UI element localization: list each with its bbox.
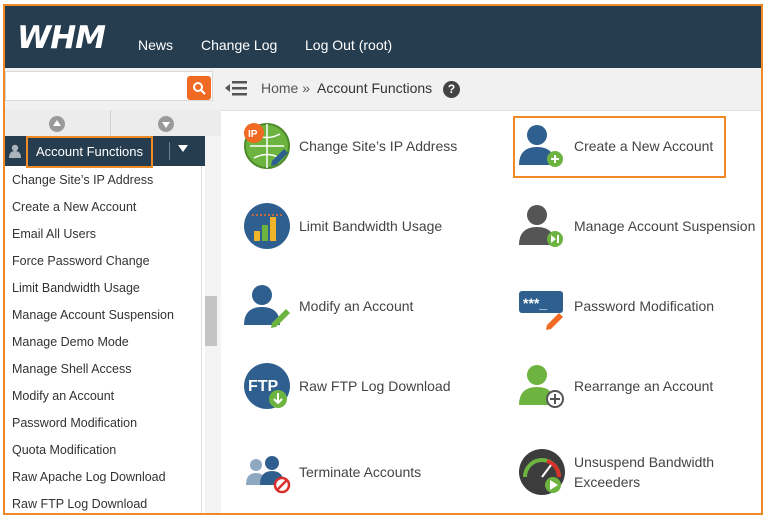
function-label-line2[interactable]: Exceeders (574, 474, 640, 490)
sidebar-item[interactable]: Manage Shell Access (12, 362, 132, 376)
nav-news[interactable]: News (138, 37, 173, 53)
sidebar-item[interactable]: Raw Apache Log Download (12, 470, 166, 484)
search-input[interactable] (5, 71, 213, 101)
ftp-download-icon[interactable]: FTP (242, 361, 292, 411)
function-label[interactable]: Create a New Account (574, 138, 713, 154)
sidebar-item[interactable]: Raw FTP Log Download (12, 497, 147, 511)
breadcrumb-current: Account Functions (317, 80, 433, 96)
sidebar-item[interactable]: Password Modification (12, 416, 137, 430)
function-label-line1[interactable]: Unsuspend Bandwidth (574, 454, 714, 470)
function-label[interactable]: Password Modification (574, 298, 714, 314)
svg-text:IP: IP (248, 129, 258, 140)
sidebar-item[interactable]: Change Site’s IP Address (12, 173, 153, 187)
help-icon[interactable]: ? (443, 81, 460, 98)
sidebar-scrollbar-thumb[interactable] (205, 296, 217, 346)
rearrange-account-icon[interactable] (517, 361, 567, 411)
function-label[interactable]: Limit Bandwidth Usage (299, 218, 442, 234)
function-label[interactable]: Rearrange an Account (574, 378, 713, 394)
sidebar-item[interactable]: Email All Users (12, 227, 96, 241)
function-label[interactable]: Manage Account Suspension (574, 218, 755, 234)
function-label[interactable]: Terminate Accounts (299, 464, 421, 480)
sidebar-item[interactable]: Force Password Change (12, 254, 150, 268)
modify-account-icon[interactable] (242, 281, 292, 331)
whm-logo[interactable]: WHM (17, 20, 106, 56)
scroll-down-icon[interactable] (158, 116, 174, 132)
sidebar-item[interactable]: Limit Bandwidth Usage (12, 281, 140, 295)
function-label[interactable]: Raw FTP Log Download (299, 378, 450, 394)
sidebar-item[interactable]: Quota Modification (12, 443, 116, 457)
create-account-icon[interactable] (517, 121, 567, 171)
sidebar-category-header[interactable]: Account Functions (5, 136, 221, 168)
password-icon[interactable]: ***_ (517, 281, 567, 331)
function-label[interactable]: Change Site’s IP Address (299, 138, 457, 154)
nav-log-out[interactable]: Log Out (root) (305, 37, 392, 53)
account-suspension-icon[interactable] (517, 201, 567, 251)
whm-window: WHM News Change Log Log Out (root) Home … (3, 4, 763, 515)
top-navigation-bar: WHM News Change Log Log Out (root) (5, 6, 761, 68)
user-icon (9, 144, 21, 158)
ip-address-icon[interactable]: IP (242, 121, 292, 171)
sidebar-category-label[interactable]: Account Functions (26, 136, 153, 168)
sidebar-item[interactable]: Manage Demo Mode (12, 335, 129, 349)
svg-text:***_: ***_ (523, 295, 547, 311)
search-icon (193, 82, 206, 95)
category-separator (169, 142, 170, 160)
search-button[interactable] (187, 76, 211, 100)
chevron-down-icon[interactable] (178, 145, 188, 152)
nav-change-log[interactable]: Change Log (201, 37, 277, 53)
sidebar-item[interactable]: Manage Account Suspension (12, 308, 174, 322)
terminate-accounts-icon[interactable] (242, 447, 292, 497)
sidebar-scroll-controls (5, 110, 221, 137)
unsuspend-bandwidth-icon[interactable] (517, 447, 567, 497)
scroll-up-icon[interactable] (49, 116, 65, 132)
bandwidth-icon[interactable] (242, 201, 292, 251)
breadcrumb-home[interactable]: Home » (261, 80, 310, 96)
sidebar-item[interactable]: Create a New Account (12, 200, 136, 214)
sidebar-item[interactable]: Modify an Account (12, 389, 114, 403)
function-label[interactable]: Modify an Account (299, 298, 413, 314)
scroll-divider (110, 110, 111, 136)
collapse-menu-icon[interactable] (225, 79, 247, 97)
